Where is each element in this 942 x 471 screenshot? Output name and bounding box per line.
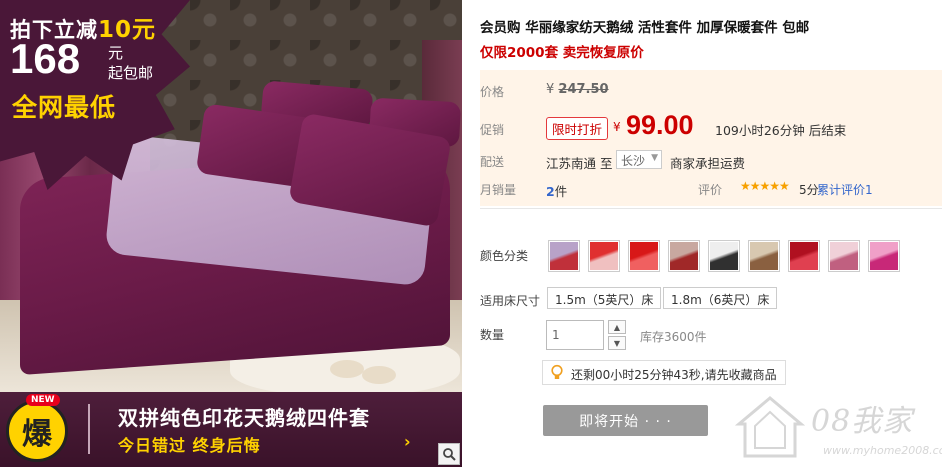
promo-free-shipping: 起包邮: [108, 64, 154, 82]
slipper: [330, 360, 364, 378]
product-title: 会员购 华丽缘家纺天鹅绒 活性套件 加厚保暖套件 包邮: [480, 20, 810, 36]
ship-to-word: 至: [600, 156, 613, 171]
slipper: [362, 366, 396, 384]
color-swatch-thumbnail: [750, 242, 778, 270]
destination-select[interactable]: 长沙 ▼: [616, 150, 662, 169]
quantity-increment-button[interactable]: ▲: [608, 320, 626, 334]
promo-label: 促销: [480, 123, 505, 137]
sale-countdown: 109小时26分钟 后结束: [715, 123, 847, 138]
favorite-tip: 还剩00小时25分钟43秒,请先收藏商品: [542, 360, 786, 385]
product-main-image[interactable]: 拍下立减10元 168 元 起包邮 全网最低 爆 NEW 双拼纯色印花天鹅绒四件…: [0, 0, 462, 467]
banner-title: 双拼纯色印花天鹅绒四件套: [118, 406, 370, 430]
watermark-brand: 08我家: [811, 404, 914, 439]
stock-count: 库存3600件: [640, 330, 707, 344]
size-option-1-8m[interactable]: 1.8m（6英尺）床: [663, 287, 778, 309]
color-swatch-thumbnail: [590, 242, 618, 270]
hot-badge-char: 爆: [22, 417, 52, 452]
favorite-tip-text: 还剩00小时25分钟43秒,请先收藏商品: [571, 368, 777, 382]
promo-price: 168: [10, 35, 81, 82]
new-badge: NEW: [26, 394, 60, 406]
color-swatch[interactable]: [868, 240, 900, 272]
rating-score: 5分: [799, 183, 819, 197]
promo-price-currency: ¥: [613, 120, 621, 134]
hot-badge: 爆: [6, 400, 68, 462]
shipping-fee: 商家承担运费: [670, 156, 746, 171]
chevron-right-icon: ›: [404, 432, 411, 451]
color-swatch-thumbnail: [550, 242, 578, 270]
section-divider: [480, 208, 942, 209]
watermark-url: www.myhome2008.com: [823, 444, 942, 457]
color-swatch[interactable]: [788, 240, 820, 272]
quantity-input[interactable]: 1: [546, 320, 604, 350]
color-swatch[interactable]: [748, 240, 780, 272]
promo-price-value: 99.00: [626, 110, 694, 140]
color-swatch[interactable]: [668, 240, 700, 272]
size-option-1-5m[interactable]: 1.5m（5英尺）床: [547, 287, 662, 309]
rating-label: 评价: [698, 183, 723, 197]
lightbulb-icon: [551, 364, 563, 379]
magnifier-icon[interactable]: [438, 443, 460, 465]
rating-stars: ★★★★★: [740, 179, 790, 193]
chevron-down-icon: ▼: [651, 153, 658, 163]
monthly-sales-unit: 件: [554, 184, 568, 199]
color-label: 颜色分类: [480, 249, 529, 263]
color-swatch-thumbnail: [710, 242, 738, 270]
quantity-decrement-button[interactable]: ▼: [608, 336, 626, 350]
monthly-sales-label: 月销量: [480, 183, 517, 197]
banner-divider: [88, 404, 90, 454]
promo-lowest-price: 全网最低: [12, 93, 117, 122]
color-swatch[interactable]: [708, 240, 740, 272]
original-price: ¥ 247.50: [546, 82, 609, 97]
promo-discount-amount: 10元: [98, 17, 157, 43]
color-swatch-thumbnail: [670, 242, 698, 270]
promo-price-unit: 元: [108, 44, 124, 62]
house-logo-icon: [735, 396, 805, 458]
coming-soon-button[interactable]: 即将开始 · · ·: [543, 405, 708, 436]
color-swatch-thumbnail: [870, 242, 898, 270]
shipping-label: 配送: [480, 155, 505, 169]
bed-size-label: 适用床尺寸: [480, 294, 541, 308]
product-subtitle: 仅限2000套 卖完恢复原价: [480, 45, 644, 61]
monthly-sales: 2件: [546, 181, 567, 200]
ship-from: 江苏南通: [546, 156, 597, 171]
quantity-label: 数量: [480, 328, 505, 342]
site-watermark: 08我家 www.myhome2008.com: [735, 392, 942, 468]
original-price-currency: ¥: [546, 82, 555, 97]
destination-value: 长沙: [621, 154, 646, 168]
color-swatch[interactable]: [628, 240, 660, 272]
original-price-value: 247.50: [558, 82, 609, 97]
color-swatch-thumbnail: [790, 242, 818, 270]
flash-sale-tag: 限时打折: [546, 117, 609, 140]
monthly-sales-value: 2: [546, 184, 555, 199]
promo-banner[interactable]: 爆 NEW 双拼纯色印花天鹅绒四件套 今日错过 终身后悔 ›: [0, 392, 462, 467]
color-swatch-thumbnail: [830, 242, 858, 270]
color-swatch[interactable]: [548, 240, 580, 272]
color-swatch-thumbnail: [630, 242, 658, 270]
color-swatch[interactable]: [588, 240, 620, 272]
reviews-link[interactable]: 累计评价1: [817, 181, 873, 198]
price-label: 价格: [480, 85, 505, 99]
color-swatch[interactable]: [828, 240, 860, 272]
banner-subtitle: 今日错过 终身后悔: [118, 436, 261, 455]
